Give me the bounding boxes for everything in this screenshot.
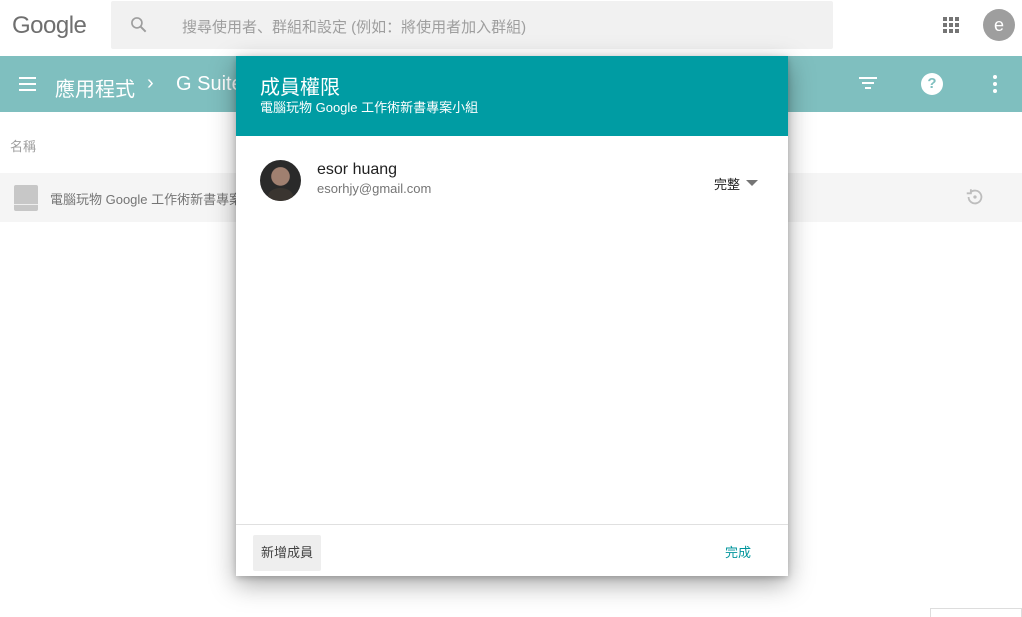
restore-icon[interactable] <box>964 186 986 208</box>
search-bar[interactable]: 搜尋使用者、群組和設定 (例如：將使用者加入群組) <box>111 1 833 49</box>
dialog-subtitle: 電腦玩物 Google 工作術新書專案小組 <box>260 100 479 115</box>
caret-down-icon <box>746 180 758 186</box>
dialog-title: 成員權限 <box>260 77 340 99</box>
help-icon[interactable]: ? <box>921 73 943 95</box>
role-dropdown[interactable]: 完整 <box>714 174 764 194</box>
member-row: esor huang esorhjy@gmail.com 完整 <box>260 160 764 202</box>
corner-card <box>930 608 1022 617</box>
menu-icon[interactable] <box>19 77 36 91</box>
dialog-footer: 新增成員 完成 <box>236 524 788 576</box>
filter-icon[interactable] <box>859 77 877 91</box>
add-member-button[interactable]: 新增成員 <box>253 535 322 571</box>
member-name: esor huang <box>317 161 398 178</box>
member-avatar <box>260 160 301 201</box>
google-logo[interactable]: Google <box>12 12 87 40</box>
member-permissions-dialog: 成員權限 電腦玩物 Google 工作術新書專案小組 esor huang es… <box>236 56 788 576</box>
apps-grid-icon[interactable] <box>943 17 959 33</box>
account-avatar[interactable]: e <box>983 9 1015 41</box>
done-button[interactable]: 完成 <box>717 535 759 571</box>
chevron-right-icon: › <box>147 72 154 94</box>
role-label: 完整 <box>714 177 741 192</box>
dialog-header: 成員權限 電腦玩物 Google 工作術新書專案小組 <box>236 56 788 136</box>
search-placeholder: 搜尋使用者、群組和設定 (例如：將使用者加入群組) <box>182 19 527 36</box>
search-icon <box>131 17 147 33</box>
member-email: esorhjy@gmail.com <box>317 181 432 196</box>
breadcrumb-gsuite[interactable]: G Suite <box>176 73 243 96</box>
column-header-name: 名稱 <box>10 139 37 154</box>
more-vert-icon[interactable] <box>993 75 997 93</box>
group-icon <box>14 185 38 211</box>
breadcrumb-apps[interactable]: 應用程式 <box>55 73 135 102</box>
top-bar: Google 搜尋使用者、群組和設定 (例如：將使用者加入群組) e <box>0 0 1022 56</box>
